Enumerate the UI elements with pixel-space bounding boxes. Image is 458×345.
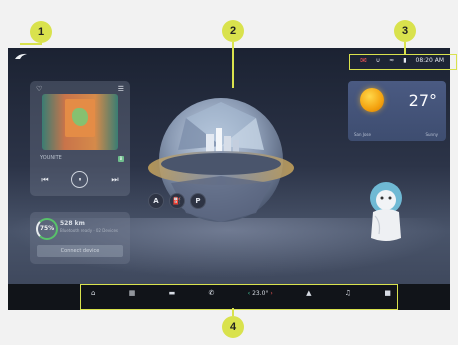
battery-level-ring: 75% [36,218,58,240]
media-player-card[interactable]: ♡ ☰ YOUNITE B ⏮ ⏸ ⏭ [30,81,130,196]
weather-condition: Sunny [425,132,438,137]
annotation-line-4 [232,308,234,316]
playback-controls: ⏮ ⏸ ⏭ [30,171,130,188]
album-art-figure [72,108,88,126]
brand-logo-icon [15,53,27,59]
annotation-marker-3: 3 [394,20,416,42]
weather-card[interactable]: 27° San Jose Sunny [348,81,446,141]
weather-location: San Jose [354,132,371,137]
annotation-marker-4: 4 [222,316,244,338]
sun-icon [360,88,384,112]
fuel-station-chip[interactable]: ⛽ [169,193,185,209]
status-bar-highlight [349,54,457,70]
song-title: YOUNITE [40,155,62,161]
annotation-marker-2: 2 [222,20,244,42]
playlist-icon[interactable]: ☰ [118,85,124,93]
previous-track-button[interactable]: ⏮ [41,175,48,185]
annotation-line-1 [20,43,42,45]
taskbar-highlight [80,284,398,310]
source-badge: B [118,156,124,162]
weather-temperature: 27° [408,91,437,110]
connect-device-button[interactable]: Connect device [37,245,123,257]
lion-mascot-icon [370,182,402,241]
annotation-line-2 [232,42,234,88]
parking-chip[interactable]: P [190,193,206,209]
annotation-line-3 [404,42,406,54]
navigate-chip[interactable]: A [148,193,164,209]
device-card[interactable]: 75% 528 km Bluetooth ready · 02 Devices … [30,212,130,264]
range-readout: 528 km [60,220,85,227]
navigation-shortcuts: A ⛽ P [148,193,206,209]
favorite-icon[interactable]: ♡ [36,85,42,93]
infotainment-screen: ✉ ∪ ≈ ▮ 08:20 AM ♡ ☰ YOUNITE B ⏮ ⏸ ⏭ 75%… [8,48,450,310]
pause-button[interactable]: ⏸ [71,171,89,188]
annotation-line-1b [40,38,42,44]
device-subtitle: Bluetooth ready · 02 Devices [60,228,119,233]
city-globe-illustration [148,98,294,222]
next-track-button[interactable]: ⏭ [111,175,118,185]
